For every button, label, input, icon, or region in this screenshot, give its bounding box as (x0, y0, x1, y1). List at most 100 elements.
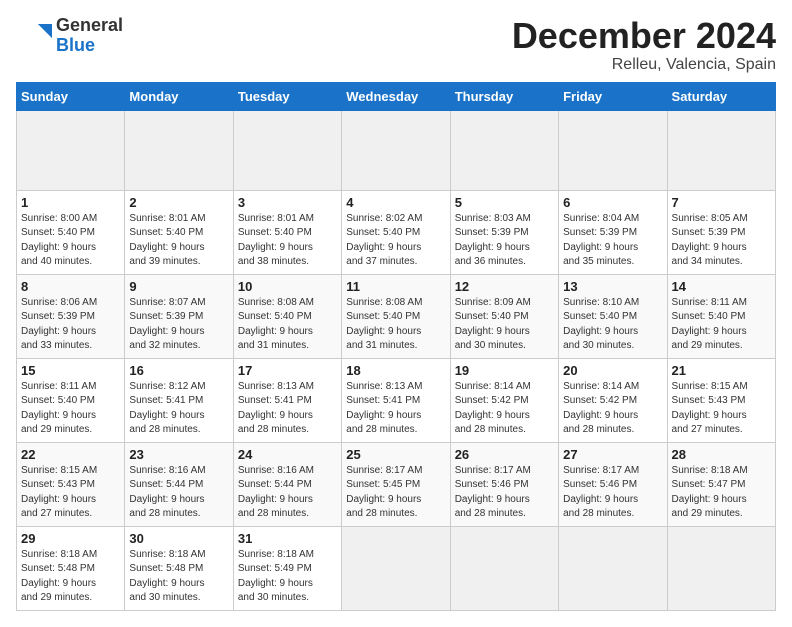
day-number: 11 (346, 279, 445, 294)
calendar-cell: 29 Sunrise: 8:18 AMSunset: 5:48 PMDayligh… (17, 526, 125, 610)
day-info: Sunrise: 8:17 AMSunset: 5:45 PMDaylight:… (346, 464, 445, 522)
day-number: 5 (455, 195, 554, 210)
calendar-cell: 24Sunrise: 8:16 AMSunset: 5:44 PMDayligh… (233, 442, 341, 526)
calendar-table: SundayMondayTuesdayWednesdayThursdayFrid… (16, 82, 776, 611)
calendar-week-row: 22 Sunrise: 8:15 AMSunset: 5:43 PMDayligh… (17, 442, 776, 526)
day-number: 23 (129, 447, 228, 462)
day-number: 25 (346, 447, 445, 462)
col-header-monday: Monday (125, 82, 233, 110)
day-info: Sunrise: 8:17 AMSunset: 5:46 PMDaylight:… (455, 464, 554, 522)
col-header-friday: Friday (559, 82, 667, 110)
calendar-week-row: 15 Sunrise: 8:11 AMSunset: 5:40 PMDayligh… (17, 358, 776, 442)
calendar-cell: 25 Sunrise: 8:17 AMSunset: 5:45 PMDayligh… (342, 442, 450, 526)
calendar-cell: 31 Sunrise: 8:18 AMSunset: 5:49 PMDayligh… (233, 526, 341, 610)
day-info: Sunrise: 8:05 AMSunset: 5:39 PMDaylight:… (672, 212, 771, 270)
calendar-week-row: 29 Sunrise: 8:18 AMSunset: 5:48 PMDayligh… (17, 526, 776, 610)
day-info: Sunrise: 8:18 AMSunset: 5:48 PMDaylight:… (129, 548, 228, 606)
calendar-cell (342, 526, 450, 610)
day-info: Sunrise: 8:02 AMSunset: 5:40 PMDaylight:… (346, 212, 445, 270)
day-info: Sunrise: 8:01 AMSunset: 5:40 PMDaylight:… (238, 212, 337, 270)
calendar-cell: 21 Sunrise: 8:15 AMSunset: 5:43 PMDayligh… (667, 358, 775, 442)
calendar-cell: 1Sunrise: 8:00 AMSunset: 5:40 PMDaylight… (17, 190, 125, 274)
day-number: 8 (21, 279, 120, 294)
calendar-cell (450, 110, 558, 190)
day-number: 29 (21, 531, 120, 546)
logo: General Blue (16, 16, 123, 56)
calendar-cell (125, 110, 233, 190)
day-number: 16 (129, 363, 228, 378)
day-number: 26 (455, 447, 554, 462)
calendar-cell: 4Sunrise: 8:02 AMSunset: 5:40 PMDaylight… (342, 190, 450, 274)
day-number: 9 (129, 279, 228, 294)
day-info: Sunrise: 8:11 AMSunset: 5:40 PMDaylight:… (21, 380, 120, 438)
day-info: Sunrise: 8:07 AMSunset: 5:39 PMDaylight:… (129, 296, 228, 354)
day-number: 19 (455, 363, 554, 378)
day-number: 30 (129, 531, 228, 546)
day-number: 24 (238, 447, 337, 462)
day-number: 3 (238, 195, 337, 210)
calendar-cell (233, 110, 341, 190)
calendar-header-row: SundayMondayTuesdayWednesdayThursdayFrid… (17, 82, 776, 110)
day-number: 7 (672, 195, 771, 210)
day-number: 12 (455, 279, 554, 294)
calendar-cell: 12 Sunrise: 8:09 AMSunset: 5:40 PMDayligh… (450, 274, 558, 358)
location: Relleu, Valencia, Spain (512, 56, 776, 74)
day-info: Sunrise: 8:04 AMSunset: 5:39 PMDaylight:… (563, 212, 662, 270)
month-title: December 2024 (512, 16, 776, 56)
calendar-cell: 14Sunrise: 8:11 AMSunset: 5:40 PMDayligh… (667, 274, 775, 358)
calendar-cell (342, 110, 450, 190)
calendar-cell: 2 Sunrise: 8:01 AMSunset: 5:40 PMDaylight… (125, 190, 233, 274)
day-number: 15 (21, 363, 120, 378)
calendar-cell: 18Sunrise: 8:13 AMSunset: 5:41 PMDayligh… (342, 358, 450, 442)
calendar-week-row: 8Sunrise: 8:06 AMSunset: 5:39 PMDaylight… (17, 274, 776, 358)
day-info: Sunrise: 8:18 AMSunset: 5:49 PMDaylight:… (238, 548, 337, 606)
calendar-cell: 22 Sunrise: 8:15 AMSunset: 5:43 PMDayligh… (17, 442, 125, 526)
day-number: 31 (238, 531, 337, 546)
day-info: Sunrise: 8:00 AMSunset: 5:40 PMDaylight:… (21, 212, 120, 270)
day-info: Sunrise: 8:01 AMSunset: 5:40 PMDaylight:… (129, 212, 228, 270)
day-info: Sunrise: 8:15 AMSunset: 5:43 PMDaylight:… (672, 380, 771, 438)
day-info: Sunrise: 8:09 AMSunset: 5:40 PMDaylight:… (455, 296, 554, 354)
calendar-cell (450, 526, 558, 610)
day-number: 6 (563, 195, 662, 210)
day-number: 27 (563, 447, 662, 462)
day-info: Sunrise: 8:15 AMSunset: 5:43 PMDaylight:… (21, 464, 120, 522)
logo-text: General Blue (56, 16, 123, 56)
calendar-cell: 8Sunrise: 8:06 AMSunset: 5:39 PMDaylight… (17, 274, 125, 358)
calendar-cell: 26 Sunrise: 8:17 AMSunset: 5:46 PMDayligh… (450, 442, 558, 526)
calendar-week-row (17, 110, 776, 190)
day-info: Sunrise: 8:18 AMSunset: 5:48 PMDaylight:… (21, 548, 120, 606)
calendar-cell: 10Sunrise: 8:08 AMSunset: 5:40 PMDayligh… (233, 274, 341, 358)
calendar-cell: 20Sunrise: 8:14 AMSunset: 5:42 PMDayligh… (559, 358, 667, 442)
logo-blue: Blue (56, 36, 123, 56)
day-number: 17 (238, 363, 337, 378)
day-number: 13 (563, 279, 662, 294)
day-number: 21 (672, 363, 771, 378)
day-number: 2 (129, 195, 228, 210)
day-number: 22 (21, 447, 120, 462)
day-number: 18 (346, 363, 445, 378)
calendar-cell: 19 Sunrise: 8:14 AMSunset: 5:42 PMDayligh… (450, 358, 558, 442)
calendar-cell: 23 Sunrise: 8:16 AMSunset: 5:44 PMDayligh… (125, 442, 233, 526)
calendar-cell: 5Sunrise: 8:03 AMSunset: 5:39 PMDaylight… (450, 190, 558, 274)
calendar-week-row: 1Sunrise: 8:00 AMSunset: 5:40 PMDaylight… (17, 190, 776, 274)
calendar-cell: 7 Sunrise: 8:05 AMSunset: 5:39 PMDaylight… (667, 190, 775, 274)
col-header-saturday: Saturday (667, 82, 775, 110)
col-header-sunday: Sunday (17, 82, 125, 110)
day-info: Sunrise: 8:08 AMSunset: 5:40 PMDaylight:… (238, 296, 337, 354)
calendar-cell (17, 110, 125, 190)
day-info: Sunrise: 8:17 AMSunset: 5:46 PMDaylight:… (563, 464, 662, 522)
col-header-wednesday: Wednesday (342, 82, 450, 110)
calendar-cell: 9 Sunrise: 8:07 AMSunset: 5:39 PMDaylight… (125, 274, 233, 358)
calendar-cell: 6 Sunrise: 8:04 AMSunset: 5:39 PMDaylight… (559, 190, 667, 274)
calendar-cell: 17Sunrise: 8:13 AMSunset: 5:41 PMDayligh… (233, 358, 341, 442)
calendar-cell: 11Sunrise: 8:08 AMSunset: 5:40 PMDayligh… (342, 274, 450, 358)
day-info: Sunrise: 8:14 AMSunset: 5:42 PMDaylight:… (455, 380, 554, 438)
title-block: December 2024 Relleu, Valencia, Spain (512, 16, 776, 74)
day-info: Sunrise: 8:11 AMSunset: 5:40 PMDaylight:… (672, 296, 771, 354)
calendar-cell: 15 Sunrise: 8:11 AMSunset: 5:40 PMDayligh… (17, 358, 125, 442)
calendar-cell: 16Sunrise: 8:12 AMSunset: 5:41 PMDayligh… (125, 358, 233, 442)
calendar-cell: 27 Sunrise: 8:17 AMSunset: 5:46 PMDayligh… (559, 442, 667, 526)
day-info: Sunrise: 8:16 AMSunset: 5:44 PMDaylight:… (129, 464, 228, 522)
col-header-thursday: Thursday (450, 82, 558, 110)
